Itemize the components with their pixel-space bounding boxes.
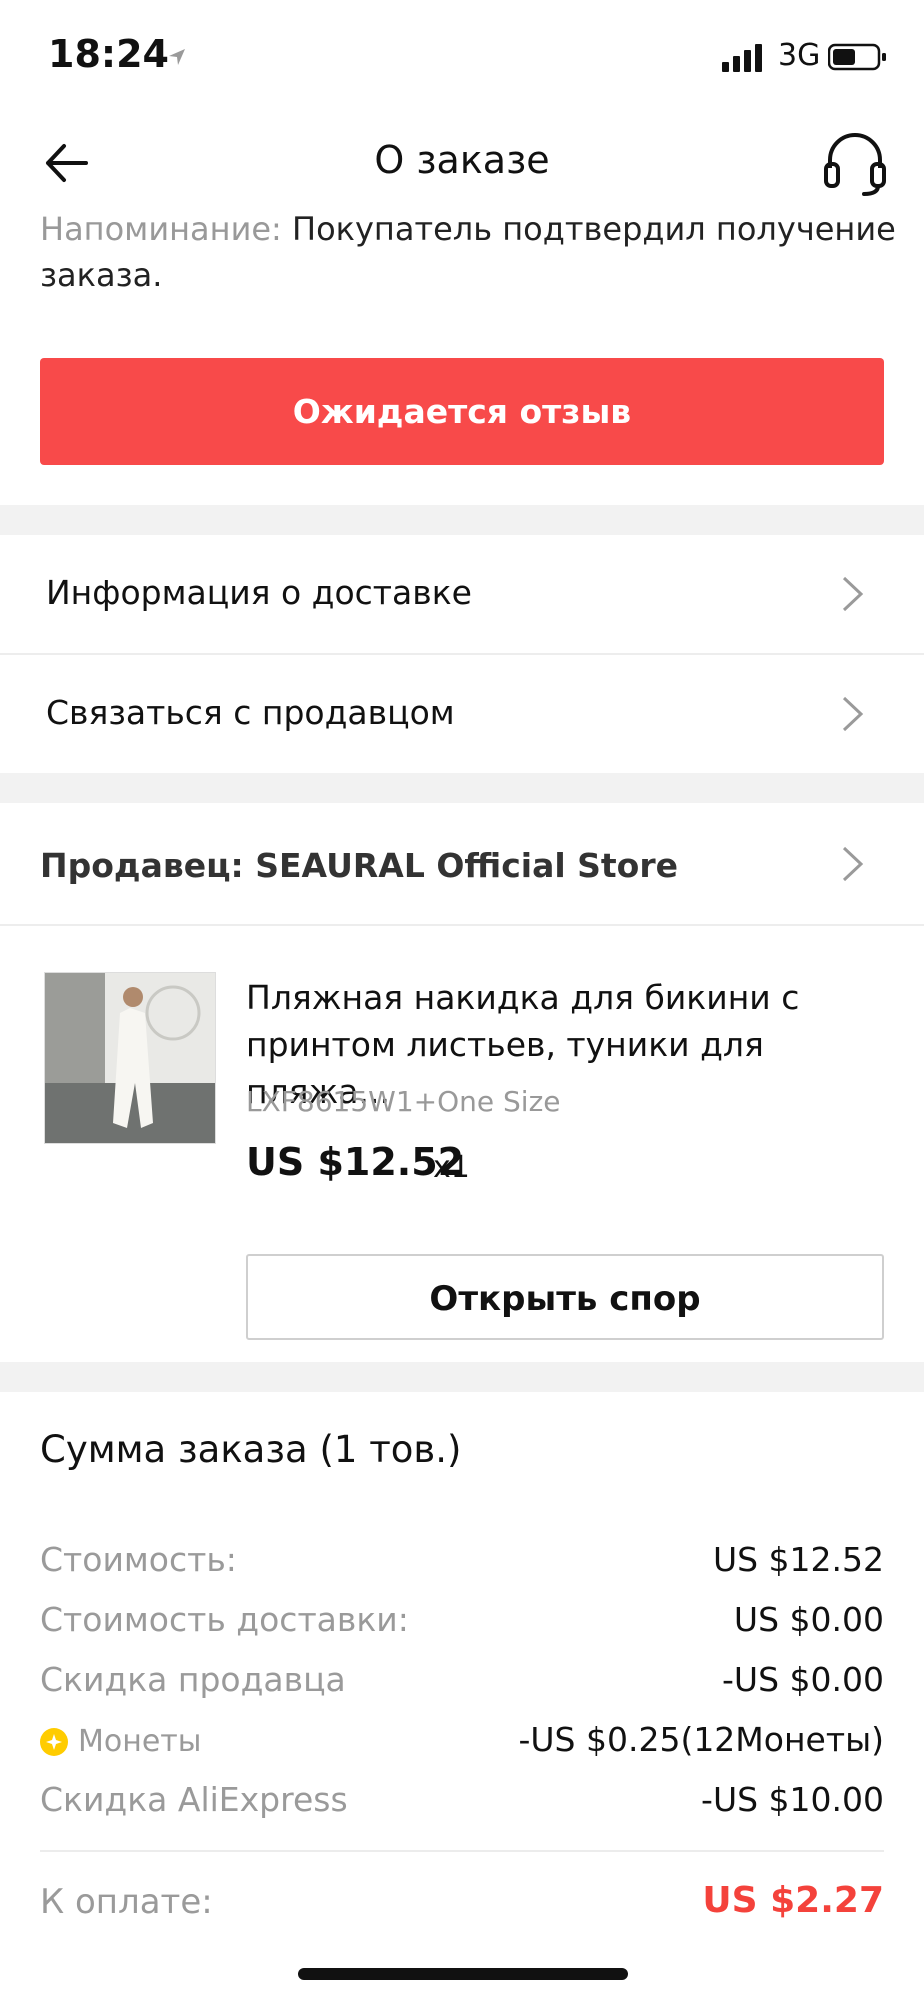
delivery-info-row[interactable]: Информация о доставке bbox=[0, 535, 924, 653]
aliexpress-discount-label: Скидка AliExpress bbox=[40, 1780, 348, 1819]
section-gap bbox=[0, 1362, 924, 1392]
signal-icon bbox=[722, 44, 762, 72]
home-indicator[interactable] bbox=[298, 1968, 628, 1980]
battery-icon bbox=[828, 43, 886, 71]
product-photo bbox=[45, 973, 215, 1143]
section-gap bbox=[0, 505, 924, 535]
order-summary-title: Сумма заказа (1 тов.) bbox=[40, 1428, 462, 1471]
contact-seller-row[interactable]: Связаться с продавцом bbox=[0, 655, 924, 773]
shipping-value: US $0.00 bbox=[733, 1600, 884, 1639]
divider bbox=[40, 1850, 884, 1852]
seller-name[interactable]: Продавец: SEAURAL Official Store bbox=[40, 846, 678, 885]
coin-icon bbox=[40, 1728, 68, 1756]
delivery-info-label: Информация о доставке bbox=[46, 573, 472, 612]
divider bbox=[0, 924, 924, 926]
product-quantity: x1 bbox=[433, 1150, 470, 1185]
cost-value: US $12.52 bbox=[712, 1540, 884, 1579]
awaiting-review-button[interactable]: Ожидается отзыв bbox=[40, 358, 884, 465]
location-arrow-icon bbox=[169, 49, 185, 65]
headset-support-icon[interactable] bbox=[820, 128, 890, 198]
aliexpress-discount-value: -US $10.00 bbox=[701, 1780, 884, 1819]
seller-discount-label: Скидка продавца bbox=[40, 1660, 346, 1699]
coins-label: Монеты bbox=[78, 1724, 202, 1759]
contact-seller-label: Связаться с продавцом bbox=[46, 693, 455, 732]
order-reminder: Напоминание: Покупатель подтвердил получ… bbox=[40, 206, 900, 298]
cost-label: Стоимость: bbox=[40, 1540, 237, 1579]
chevron-right-icon bbox=[842, 696, 864, 732]
product-price: US $12.52 bbox=[246, 1140, 465, 1184]
page-title: О заказе bbox=[374, 138, 550, 182]
network-type: 3G bbox=[778, 38, 821, 73]
open-dispute-button[interactable]: Открыть спор bbox=[246, 1254, 884, 1340]
status-time: 18:24 bbox=[48, 32, 169, 76]
product-sku: LXF8615W1+One Size bbox=[246, 1085, 561, 1118]
section-gap bbox=[0, 773, 924, 803]
product-image[interactable] bbox=[44, 972, 216, 1144]
chevron-right-icon bbox=[842, 576, 864, 612]
chevron-right-icon bbox=[842, 846, 864, 882]
coins-value: -US $0.25(12Монеты) bbox=[518, 1720, 884, 1759]
shipping-label: Стоимость доставки: bbox=[40, 1600, 409, 1639]
total-value: US $2.27 bbox=[702, 1880, 884, 1921]
total-label: К оплате: bbox=[40, 1882, 213, 1922]
seller-discount-value: -US $0.00 bbox=[722, 1660, 884, 1699]
reminder-label: Напоминание: bbox=[40, 210, 282, 248]
